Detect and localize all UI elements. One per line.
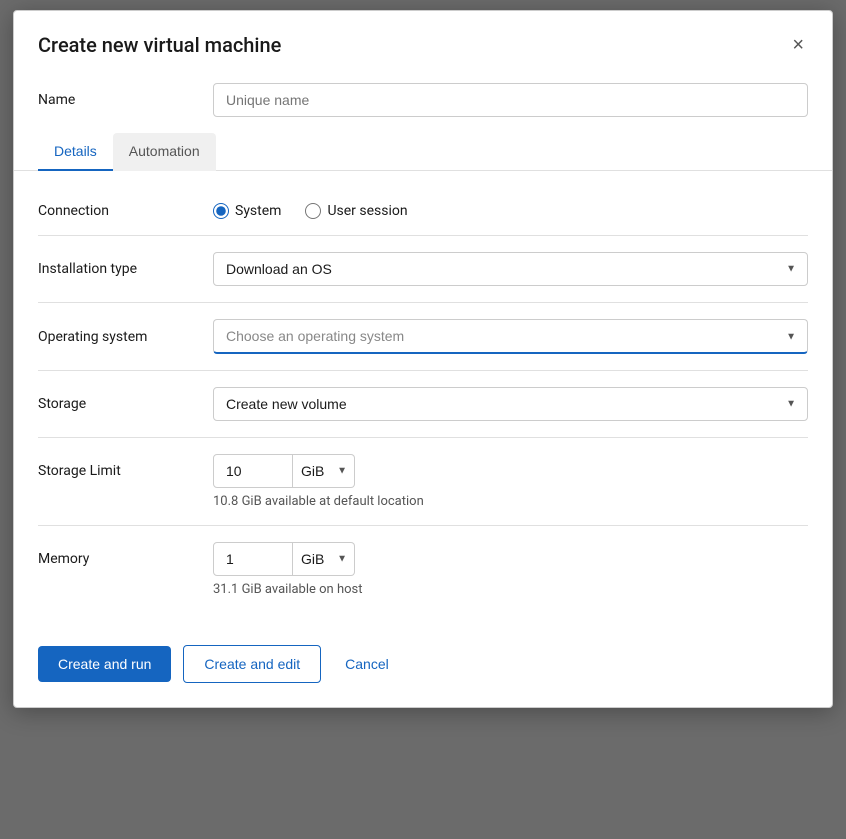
create-and-run-button[interactable]: Create and run bbox=[38, 646, 171, 682]
storage-row: Storage Create new volume Select or crea… bbox=[38, 371, 808, 437]
radio-user-session[interactable]: User session bbox=[305, 203, 407, 219]
memory-row: Memory MiB GiB TiB 31.1 GiB available on… bbox=[38, 526, 808, 613]
name-row: Name bbox=[14, 75, 832, 133]
dialog-header: Create new virtual machine × bbox=[14, 11, 832, 75]
tab-details[interactable]: Details bbox=[38, 133, 113, 171]
operating-system-label: Operating system bbox=[38, 329, 213, 345]
cancel-button[interactable]: Cancel bbox=[333, 646, 401, 682]
storage-label: Storage bbox=[38, 396, 213, 412]
storage-limit-unit-wrapper: MiB GiB TiB bbox=[293, 454, 355, 488]
radio-system-label: System bbox=[235, 203, 281, 219]
storage-limit-hint: 10.8 GiB available at default location bbox=[213, 494, 808, 509]
connection-label: Connection bbox=[38, 203, 213, 219]
storage-limit-unit-select[interactable]: MiB GiB TiB bbox=[293, 454, 355, 488]
create-and-edit-button[interactable]: Create and edit bbox=[183, 645, 321, 683]
storage-limit-input[interactable] bbox=[213, 454, 293, 488]
memory-hint: 31.1 GiB available on host bbox=[213, 582, 808, 597]
create-vm-dialog: Create new virtual machine × Name Detail… bbox=[13, 10, 833, 708]
radio-user-session-input[interactable] bbox=[305, 203, 321, 219]
storage-select[interactable]: Create new volume Select or create custo… bbox=[213, 387, 808, 421]
memory-unit-select[interactable]: MiB GiB TiB bbox=[293, 542, 355, 576]
memory-inner: Memory MiB GiB TiB bbox=[38, 542, 808, 576]
installation-type-row: Installation type Download an OS Local I… bbox=[38, 236, 808, 302]
storage-limit-row: Storage Limit MiB GiB TiB 10.8 GiB avail… bbox=[38, 438, 808, 525]
memory-unit-wrapper: MiB GiB TiB bbox=[293, 542, 355, 576]
operating-system-select[interactable]: Choose an operating system bbox=[213, 319, 808, 354]
dialog-body: Connection System User session Installat… bbox=[14, 171, 832, 637]
storage-select-wrapper: Create new volume Select or create custo… bbox=[213, 387, 808, 421]
installation-type-select[interactable]: Download an OS Local ISO image PXE boot … bbox=[213, 252, 808, 286]
name-input[interactable] bbox=[213, 83, 808, 117]
connection-radio-group: System User session bbox=[213, 203, 808, 219]
installation-type-select-wrapper: Download an OS Local ISO image PXE boot … bbox=[213, 252, 808, 286]
operating-system-select-wrapper: Choose an operating system bbox=[213, 319, 808, 354]
memory-input-group: MiB GiB TiB bbox=[213, 542, 355, 576]
close-button[interactable]: × bbox=[788, 31, 808, 59]
radio-system-input[interactable] bbox=[213, 203, 229, 219]
radio-user-session-label: User session bbox=[327, 203, 407, 219]
memory-input[interactable] bbox=[213, 542, 293, 576]
operating-system-row: Operating system Choose an operating sys… bbox=[38, 303, 808, 370]
tabs-bar: Details Automation bbox=[14, 133, 832, 171]
dialog-footer: Create and run Create and edit Cancel bbox=[14, 637, 832, 707]
name-label: Name bbox=[38, 92, 213, 108]
radio-system[interactable]: System bbox=[213, 203, 281, 219]
storage-limit-inner: Storage Limit MiB GiB TiB bbox=[38, 454, 808, 488]
tab-automation[interactable]: Automation bbox=[113, 133, 216, 171]
memory-label: Memory bbox=[38, 551, 213, 567]
installation-type-label: Installation type bbox=[38, 261, 213, 277]
storage-limit-label: Storage Limit bbox=[38, 463, 213, 479]
connection-row: Connection System User session bbox=[38, 187, 808, 235]
storage-limit-input-group: MiB GiB TiB bbox=[213, 454, 355, 488]
dialog-title: Create new virtual machine bbox=[38, 33, 281, 57]
